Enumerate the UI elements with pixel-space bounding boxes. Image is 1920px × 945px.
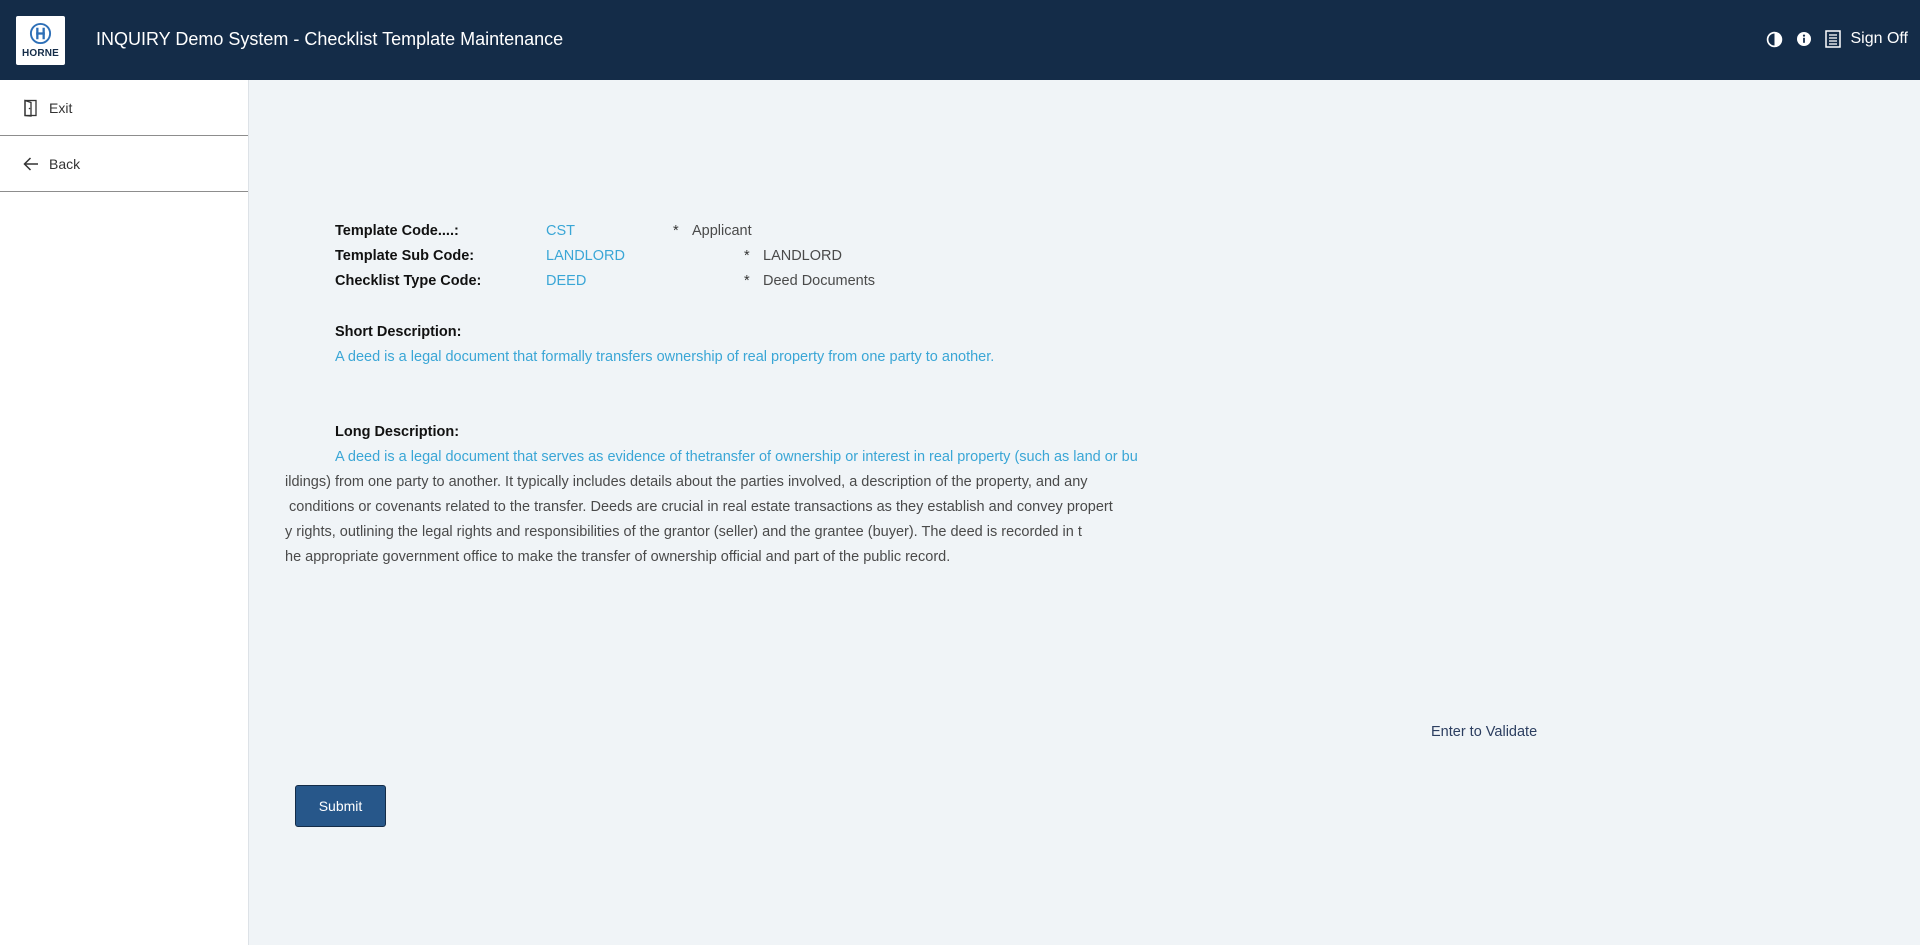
sign-off-link[interactable]: Sign Off (1850, 30, 1908, 48)
arrow-left-icon (23, 156, 38, 171)
long-description-line: y rights, outlining the legal rights and… (285, 524, 1082, 540)
door-exit-icon (24, 99, 37, 117)
sidebar: Exit Back (0, 80, 249, 945)
horne-logo-mark-icon (29, 22, 52, 45)
validate-hint: Enter to Validate (1431, 724, 1538, 740)
long-description-line: ildings) from one party to another. It t… (285, 474, 1088, 490)
template-sub-code-field[interactable]: LANDLORD (546, 248, 625, 264)
template-code-label: Template Code....: (335, 223, 459, 239)
required-marker: * (744, 248, 750, 264)
contrast-toggle-icon[interactable] (1766, 31, 1783, 48)
info-icon[interactable] (1796, 31, 1812, 47)
required-marker: * (744, 273, 750, 289)
template-sub-code-label: Template Sub Code: (335, 248, 475, 264)
long-description-label: Long Description: (335, 424, 460, 440)
app-header: HORNE INQUIRY Demo System - Checklist Te… (0, 0, 1920, 80)
sidebar-item-label: Exit (49, 99, 73, 116)
document-list-icon[interactable] (1825, 30, 1842, 48)
page-title: INQUIRY Demo System - Checklist Template… (96, 29, 564, 49)
long-description-line: conditions or covenants related to the t… (285, 499, 1113, 515)
sidebar-item-label: Back (49, 155, 81, 172)
long-description-line: he appropriate government office to make… (285, 549, 951, 565)
template-sub-code-description: LANDLORD (763, 248, 842, 264)
header-toolbar: Sign Off (1766, 30, 1908, 48)
short-description-field[interactable]: A deed is a legal document that formally… (335, 349, 994, 365)
template-code-field[interactable]: CST (546, 223, 575, 239)
template-code-description: Applicant (692, 223, 752, 239)
logo-text: HORNE (21, 48, 60, 59)
sidebar-item-exit[interactable]: Exit (0, 80, 248, 136)
horne-logo: HORNE (16, 16, 65, 65)
main-content: Template Code....: CST * Applicant Templ… (249, 80, 1920, 945)
checklist-type-code-field[interactable]: DEED (546, 273, 586, 289)
sidebar-item-back[interactable]: Back (0, 136, 248, 192)
required-marker: * (673, 223, 679, 239)
short-description-label: Short Description: (335, 324, 462, 340)
checklist-type-code-description: Deed Documents (763, 273, 876, 289)
long-description-line: A deed is a legal document that serves a… (335, 449, 1138, 465)
submit-button[interactable]: Submit (295, 785, 386, 827)
checklist-type-code-label: Checklist Type Code: (335, 273, 482, 289)
